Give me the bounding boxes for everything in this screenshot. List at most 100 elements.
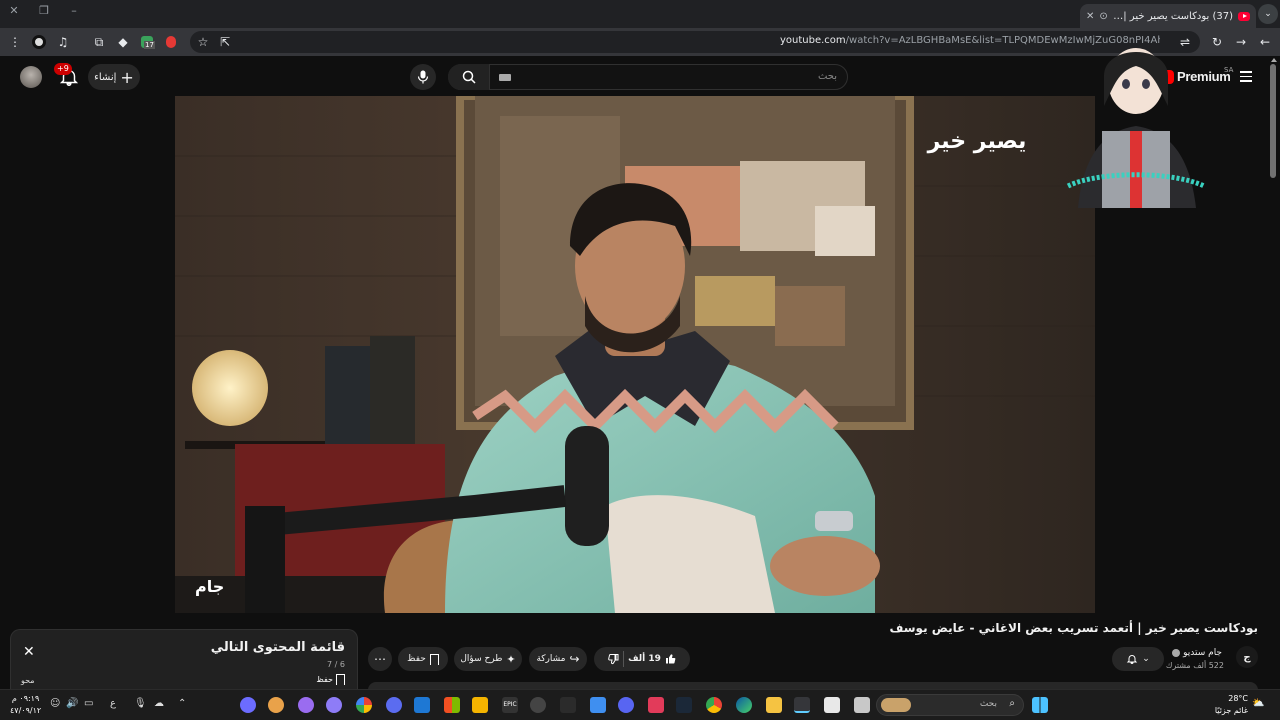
start-button[interactable] — [1032, 697, 1048, 713]
scroll-up-arrow-icon[interactable] — [1271, 58, 1277, 62]
close-window-icon[interactable]: ✕ — [4, 4, 24, 17]
tab-search-button[interactable]: ⌄ — [1258, 4, 1278, 24]
extension-diamond-icon[interactable]: ◆ — [114, 33, 132, 51]
app-icon-3[interactable] — [298, 697, 314, 713]
search-button[interactable] — [448, 64, 490, 90]
search-icon: ⌕ — [1009, 698, 1015, 709]
more-actions-button[interactable]: ⋯ — [368, 647, 392, 671]
like-dislike-group: 19 ألف — [594, 647, 690, 671]
save-button[interactable]: حفظ — [398, 647, 448, 671]
edge-icon[interactable] — [736, 697, 752, 713]
share-label: مشاركة — [536, 654, 566, 664]
tab-title: (37) بودكاست يصير خير | أتعمد تس — [1113, 10, 1233, 22]
task-view-icon[interactable] — [854, 697, 870, 713]
account-avatar[interactable] — [20, 66, 42, 88]
chrome-icon[interactable] — [706, 697, 722, 713]
channel-avatar[interactable]: ج — [1236, 646, 1258, 668]
subscribe-bell-button[interactable]: ⌄ — [1112, 647, 1164, 671]
profile-icon[interactable] — [30, 33, 48, 51]
weather-widget[interactable]: 28°C غائم جزئيًا — [1215, 693, 1248, 717]
guide-menu-icon[interactable] — [1240, 71, 1252, 85]
app-icon-8[interactable] — [530, 697, 546, 713]
bookmark-icon — [336, 674, 345, 685]
media-controls-icon[interactable]: ♫ — [54, 33, 72, 51]
watermark-right: يصير خير — [927, 129, 1027, 154]
page-scrollbar[interactable] — [1270, 64, 1276, 178]
share-page-icon[interactable]: ⇱ — [216, 33, 234, 51]
like-count[interactable]: 19 ألف — [628, 654, 661, 664]
network-icon[interactable]: ▭ — [84, 698, 93, 709]
voice-search-button[interactable] — [410, 64, 436, 90]
playlist-save-button[interactable]: حفظ — [316, 674, 345, 685]
active-chrome-icon[interactable] — [794, 697, 810, 713]
app-icon-6[interactable] — [414, 697, 430, 713]
bell-icon — [1127, 655, 1138, 665]
forward-icon[interactable]: → — [1232, 33, 1250, 51]
discord-icon[interactable] — [618, 697, 634, 713]
keyboard-icon[interactable] — [499, 74, 511, 81]
clock-date: ٤٧/٠٩/١٢ — [10, 706, 42, 715]
tab-close-icon[interactable]: ✕ — [1086, 11, 1094, 22]
channel-name-text: جام ستديو — [1183, 648, 1222, 658]
app-icon-7[interactable] — [472, 697, 488, 713]
taskbar-search-placeholder: بحث — [979, 699, 997, 709]
dislike-icon[interactable] — [607, 653, 619, 665]
bookmark-icon — [429, 653, 439, 665]
app-icon-5[interactable] — [386, 697, 402, 713]
app-icon-9[interactable] — [560, 697, 576, 713]
app-icon-4[interactable] — [326, 697, 342, 713]
chat-icon[interactable]: ☺ — [50, 698, 60, 709]
windows-taskbar: ٠٩:١٩ م ٤٧/٠٩/١٢ ☺ 🔊 ▭ ع 🎙 ☁ ⌃ EPIC بحث … — [0, 689, 1280, 720]
ask-button[interactable]: ✦ طرح سؤال — [454, 647, 522, 671]
colorful-app-icon[interactable] — [356, 697, 372, 713]
browser-tab-strip: ✕ ❐ – + (37) بودكاست يصير خير | أتعمد تس… — [0, 0, 1280, 28]
app-icon-2[interactable] — [268, 697, 284, 713]
address-bar[interactable]: ☆ ⇱ youtube.com/watch?v=AzLBGHBaMsE&list… — [190, 31, 1200, 53]
volume-icon[interactable]: 🔊 — [66, 698, 78, 709]
steam-icon[interactable] — [676, 697, 692, 713]
playlist-title: قائمة المحتوى التالي — [210, 640, 345, 655]
show-hidden-icons[interactable]: ⌃ — [178, 698, 186, 709]
system-clock[interactable]: ٠٩:١٩ م ٤٧/٠٩/١٢ — [10, 693, 41, 717]
app-icon-11[interactable] — [824, 697, 840, 713]
app-icon-1[interactable] — [240, 697, 256, 713]
playlist-more-label[interactable]: محو — [21, 676, 35, 685]
language-indicator[interactable]: ع — [110, 698, 116, 709]
mail-icon[interactable] — [590, 697, 606, 713]
notification-count-badge: +9 — [54, 63, 72, 75]
extension-red-icon[interactable] — [162, 33, 180, 51]
back-icon[interactable]: ← — [1256, 33, 1274, 51]
create-button[interactable]: إنشاء + — [88, 64, 140, 90]
epic-games-icon[interactable]: EPIC — [502, 697, 518, 713]
tab-audio-icon[interactable]: ⊙ — [1099, 11, 1107, 22]
taskbar-search[interactable]: بحث ⌕ — [876, 694, 1024, 716]
onedrive-icon[interactable]: ☁ — [154, 698, 164, 709]
channel-name[interactable]: جام ستديو — [1172, 648, 1222, 658]
plus-icon: + — [120, 67, 134, 87]
bookmark-star-icon[interactable]: ☆ — [194, 33, 212, 51]
browser-tab[interactable]: (37) بودكاست يصير خير | أتعمد تس ⊙ ✕ — [1080, 4, 1256, 28]
file-explorer-icon[interactable] — [766, 697, 782, 713]
verified-icon — [1172, 649, 1181, 657]
extension-shield-icon[interactable]: 17 — [138, 33, 156, 51]
search-input[interactable]: بحث — [448, 64, 848, 90]
weather-condition: غائم جزئيًا — [1214, 706, 1248, 715]
minimize-window-icon[interactable]: – — [64, 4, 84, 17]
watermark-left: جام — [195, 577, 224, 596]
microphone-tray-icon[interactable]: 🎙 — [134, 698, 147, 709]
share-icon: ↪ — [569, 652, 580, 666]
like-icon[interactable] — [665, 653, 677, 665]
close-icon[interactable]: ✕ — [23, 644, 35, 660]
app-icon-10[interactable] — [648, 697, 664, 713]
weather-cloud-icon: ⛅ — [1252, 698, 1265, 709]
video-player[interactable]: يصير خير جام — [175, 96, 1095, 613]
ask-label: طرح سؤال — [460, 654, 503, 664]
microsoft-store-icon[interactable] — [444, 697, 460, 713]
share-button[interactable]: ↪ مشاركة — [529, 647, 587, 671]
search-highlight-icon — [881, 698, 911, 712]
browser-menu-icon[interactable]: ⋮ — [6, 33, 24, 51]
extensions-icon[interactable]: ⧉ — [90, 33, 108, 51]
restore-window-icon[interactable]: ❐ — [34, 4, 54, 17]
clock-time: ٠٩:١٩ م — [11, 694, 40, 703]
playlist-save-label: حفظ — [316, 675, 333, 684]
